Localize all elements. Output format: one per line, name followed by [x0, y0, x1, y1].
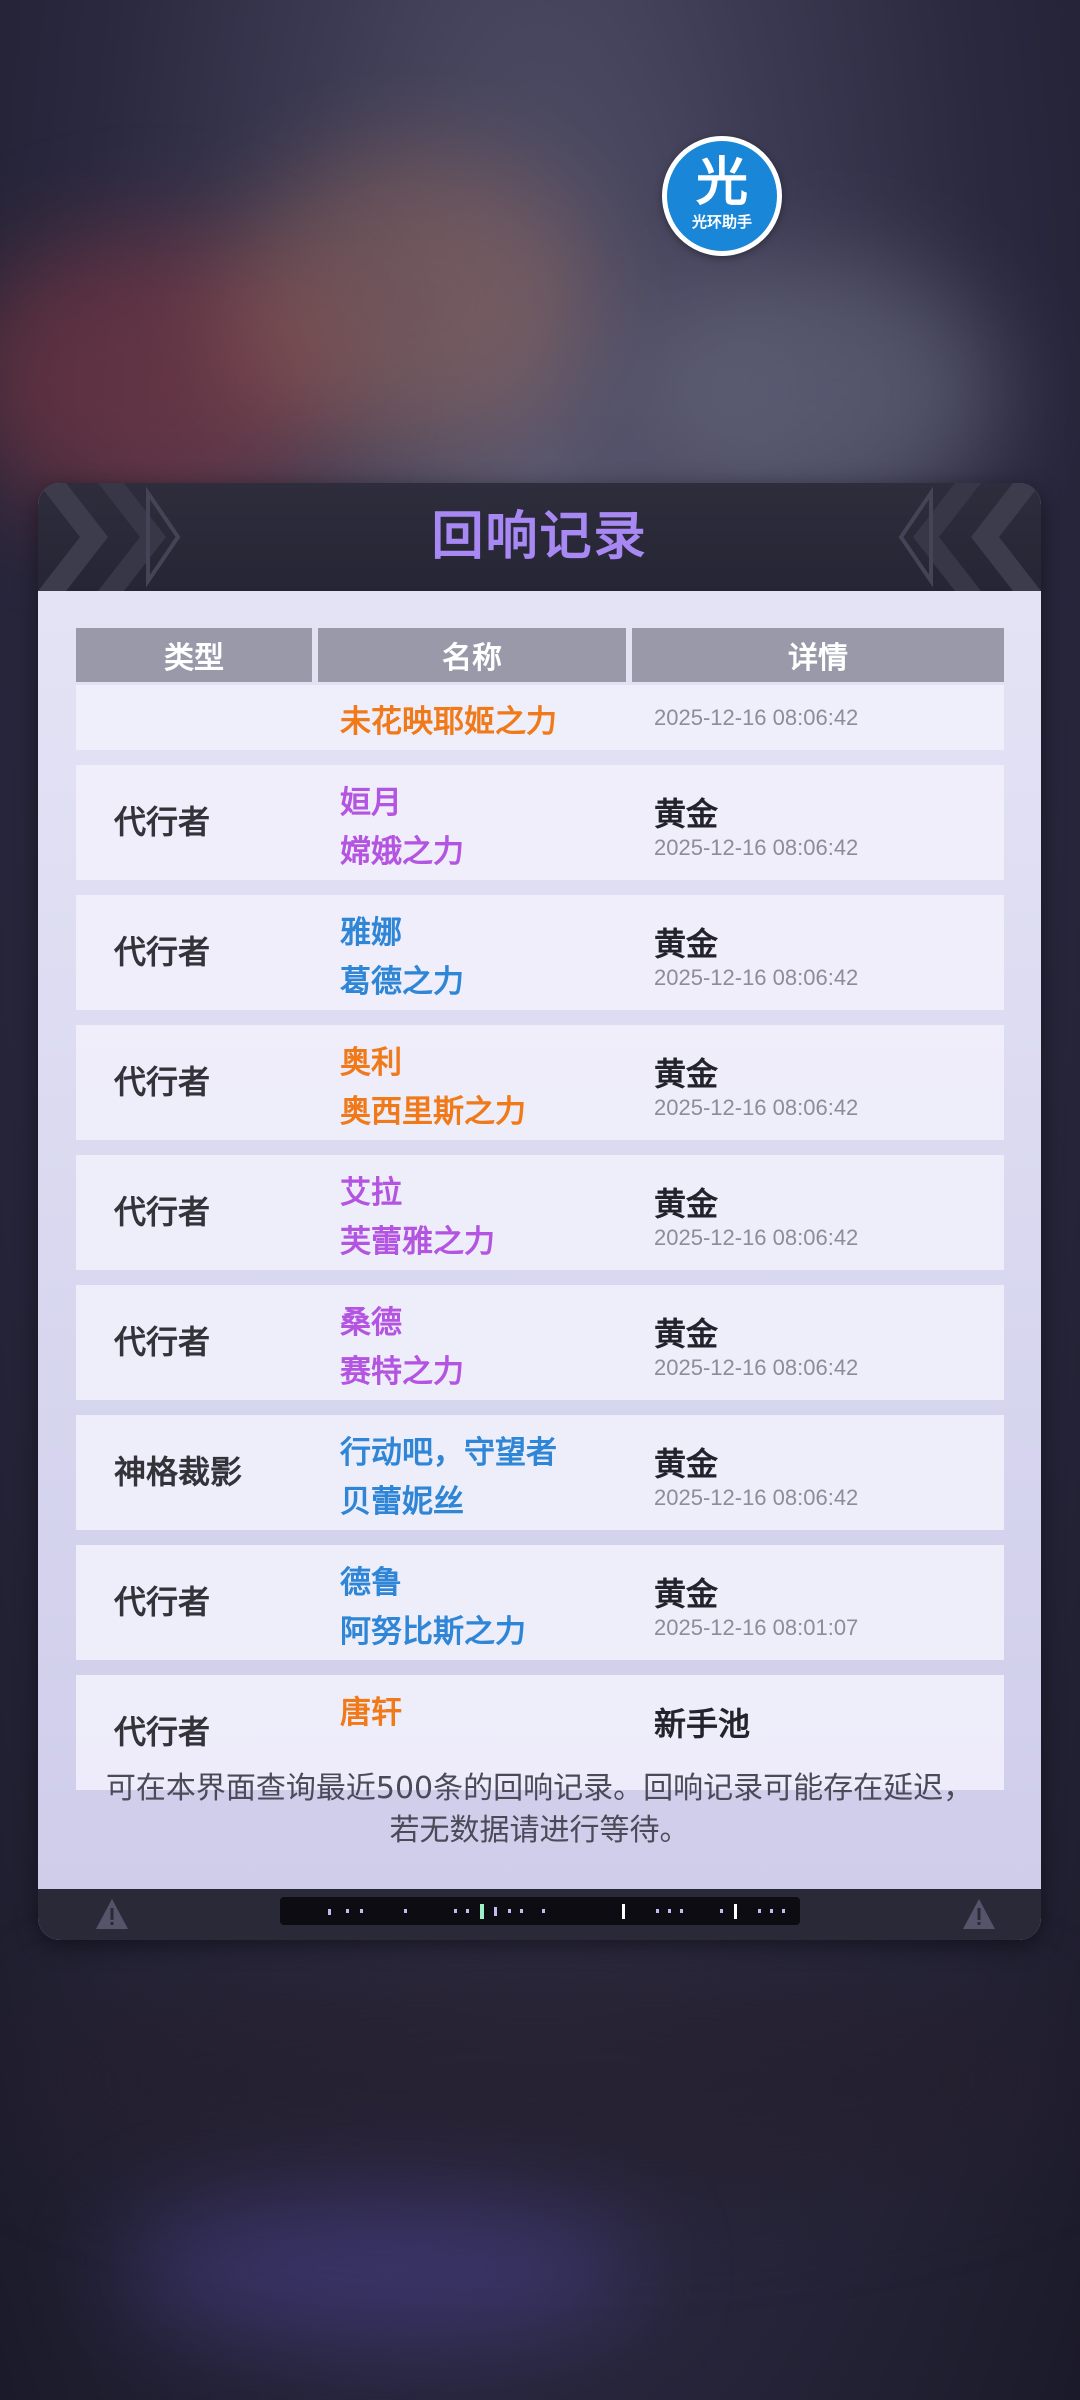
background-blur	[640, 260, 1000, 520]
record-name-secondary: 阿努比斯之力	[340, 1614, 526, 1650]
record-row: 代行者 姮月嫦娥之力 黄金 2025-12-16 08:06:42	[76, 765, 1004, 880]
logo-text: 光环助手	[691, 213, 752, 231]
column-header-name: 名称	[318, 628, 626, 682]
background-blur	[0, 1950, 1080, 2210]
record-pool: 黄金	[654, 1445, 719, 1483]
record-pool: 黄金	[654, 1185, 719, 1223]
signal-meter	[280, 1897, 800, 1925]
record-pool: 黄金	[654, 1055, 719, 1093]
record-type: 代行者	[114, 1063, 211, 1101]
record-name-secondary: 芙蕾雅之力	[340, 1224, 495, 1260]
record-pool: 黄金	[654, 925, 719, 963]
background-blur	[230, 150, 590, 450]
record-name-primary: 桑德	[340, 1305, 402, 1341]
warning-icon	[96, 1899, 128, 1929]
record-name-primary: 奥利	[340, 1045, 402, 1081]
record-type: 代行者	[114, 803, 211, 841]
record-row: 未花映耶姬之力 2025-12-16 08:06:42	[76, 685, 1004, 750]
record-time: 2025-12-16 08:06:42	[654, 705, 859, 730]
record-name-primary: 艾拉	[340, 1175, 402, 1211]
panel-footer	[38, 1889, 1041, 1940]
record-type: 神格裁影	[114, 1453, 243, 1491]
record-name-secondary: 未花映耶姬之力	[340, 704, 557, 740]
panel-body: 类型 名称 详情 未花映耶姬之力 2025-12-16 08:06:42 代行者 姮月…	[38, 591, 1041, 1889]
record-row: 神格裁影 行动吧，守望者 贝蕾妮丝 黄金 2025-12-16 08:06:42	[76, 1415, 1004, 1530]
record-name-primary: 唐轩	[340, 1695, 402, 1731]
record-list-scroll[interactable]: 未花映耶姬之力 2025-12-16 08:06:42 代行者 姮月 嫦娥之力 黄金 202…	[76, 685, 1004, 1823]
notice-text: 可在本界面查询最近500条的回响记录。回响记录可能存在延迟，若无数据请进行等待。	[105, 1771, 974, 1848]
column-header-type: 类型	[76, 628, 312, 682]
echo-record-panel: 回响记录 类型 名称 详情 未花映耶姬之力 2025-12-16 08:06:42…	[38, 483, 1041, 1940]
panel-header: 回响记录	[38, 483, 1041, 591]
record-row: 代行者 桑德赛特之力 黄金 2025-12-16 08:06:42	[76, 1285, 1004, 1400]
record-name-secondary: 嫦娥之力	[340, 834, 464, 870]
record-name-secondary: 奥西里斯之力	[340, 1094, 526, 1130]
background-blur	[120, 2200, 640, 2340]
record-type: 代行者	[114, 1323, 211, 1361]
record-row: 代行者 德鲁阿努比斯之力 黄金 2025-12-16 08:01:07	[76, 1545, 1004, 1660]
record-time: 2025-12-16 08:06:42	[654, 965, 859, 990]
record-name-primary: 姮月	[340, 785, 402, 821]
record-pool: 黄金	[654, 1575, 719, 1613]
record-row: 代行者 奥利奥西里斯之力 黄金 2025-12-16 08:06:42	[76, 1025, 1004, 1140]
column-header-detail: 详情	[632, 628, 1004, 682]
record-time: 2025-12-16 08:06:42	[654, 1095, 859, 1120]
record-type: 代行者	[114, 1583, 211, 1621]
panel-title: 回响记录	[431, 507, 648, 567]
signal-ticks	[328, 1904, 785, 1919]
record-pool: 黄金	[654, 795, 719, 833]
record-time: 2025-12-16 08:06:42	[654, 1355, 859, 1380]
record-name-primary: 德鲁	[340, 1565, 402, 1601]
record-pool: 新手池	[654, 1705, 751, 1743]
record-row: 代行者 雅娜葛德之力 黄金 2025-12-16 08:06:42	[76, 895, 1004, 1010]
record-name-secondary: 赛特之力	[340, 1354, 464, 1390]
record-time: 2025-12-16 08:06:42	[654, 1225, 859, 1250]
record-name-primary: 雅娜	[340, 915, 402, 951]
record-pool: 黄金	[654, 1315, 719, 1353]
warning-icon	[963, 1899, 995, 1929]
record-time: 2025-12-16 08:01:07	[654, 1615, 859, 1640]
table-header: 类型 名称 详情	[76, 628, 1004, 682]
logo-glyph: 光	[695, 153, 748, 213]
record-list: 未花映耶姬之力 2025-12-16 08:06:42 代行者 姮月 嫦娥之力 黄金 202…	[76, 685, 1004, 1805]
record-name-primary: 行动吧，守望者	[340, 1435, 557, 1471]
record-name-secondary: 贝蕾妮丝	[340, 1484, 464, 1520]
record-type: 代行者	[114, 1193, 211, 1231]
record-row: 代行者 艾拉芙蕾雅之力 黄金 2025-12-16 08:06:42	[76, 1155, 1004, 1270]
app-logo-floating-button[interactable]: 光 光环助手	[662, 136, 782, 256]
record-name-secondary: 葛德之力	[340, 964, 464, 1000]
record-type: 代行者	[114, 933, 211, 971]
record-time: 2025-12-16 08:06:42	[654, 1485, 859, 1510]
record-time: 2025-12-16 08:06:42	[654, 835, 859, 860]
